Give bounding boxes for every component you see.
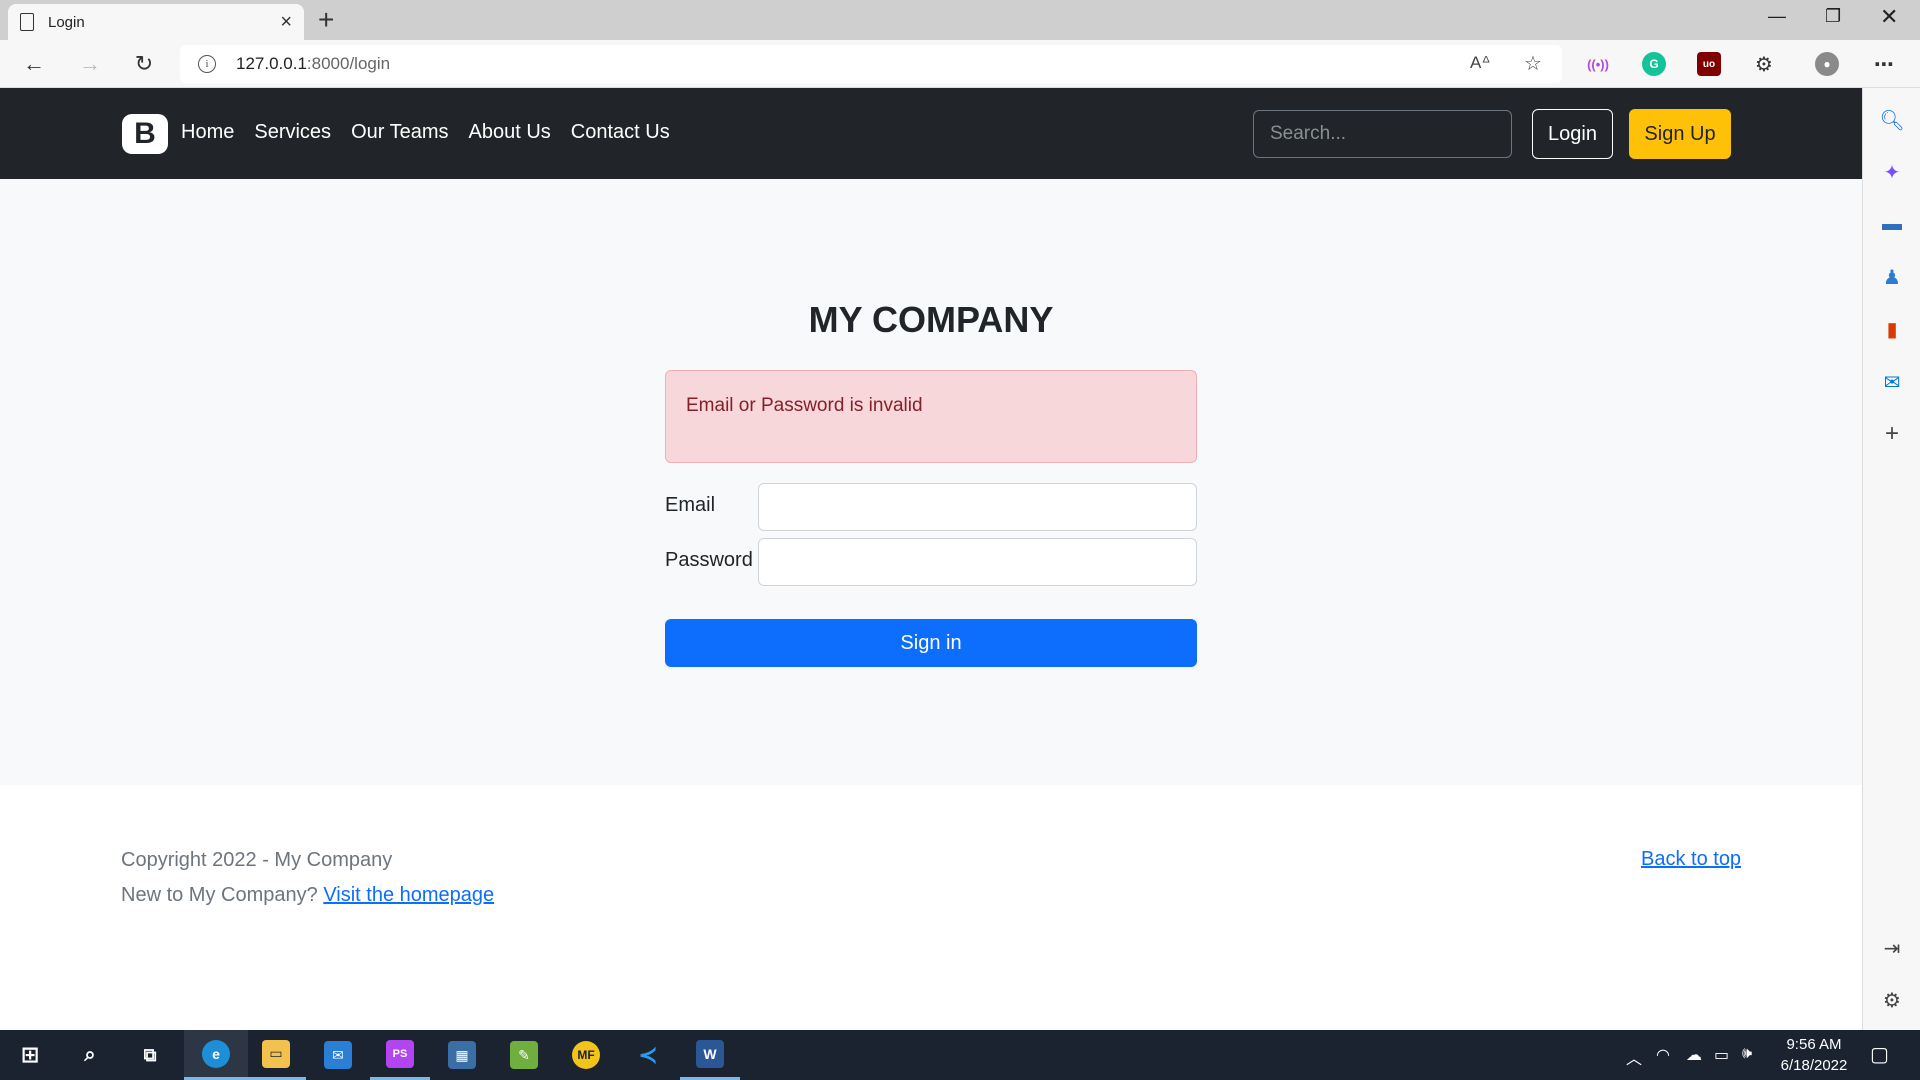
address-bar[interactable]: i 127.0.0.1:8000/login Aᐞ ☆ xyxy=(180,45,1562,83)
url-path: :8000/login xyxy=(306,54,391,73)
mf-app-icon: MF xyxy=(572,1041,600,1069)
taskbar-mf-icon[interactable]: MF xyxy=(556,1030,616,1080)
taskbar-store-icon[interactable]: ▦ xyxy=(432,1030,492,1080)
folder-icon: ▭ xyxy=(262,1039,290,1068)
tab-title: Login xyxy=(48,13,85,31)
word-icon: W xyxy=(696,1039,724,1068)
wifi-icon[interactable]: ◠ xyxy=(1656,1045,1670,1065)
site-footer: Copyright 2022 - My Company New to My Co… xyxy=(0,785,1862,1030)
site-navbar: B Home Services Our Teams About Us Conta… xyxy=(0,88,1862,179)
windows-start-icon[interactable]: ⊞ xyxy=(0,1030,60,1080)
taskbar-word-icon[interactable]: W xyxy=(680,1030,740,1080)
phpstorm-icon: PS xyxy=(386,1039,414,1068)
error-alert: Email or Password is invalid xyxy=(665,370,1197,463)
browser-tab-bar: Login × + — ❐ ✕ xyxy=(0,0,1920,40)
new-tab-icon[interactable]: + xyxy=(318,6,334,34)
vscode-icon: ≺ xyxy=(637,1041,659,1069)
broadcast-extension-icon[interactable]: ((•)) xyxy=(1586,52,1610,76)
task-view-glyph-icon: ⧉ xyxy=(143,1044,157,1065)
settings-gear-icon[interactable]: ⚙ xyxy=(1880,988,1904,1012)
close-tab-icon[interactable]: × xyxy=(280,12,292,32)
page-icon xyxy=(20,13,34,31)
taskbar-vscode-icon[interactable]: ≺ xyxy=(618,1030,678,1080)
sign-in-button[interactable]: Sign in xyxy=(665,619,1197,667)
grammarly-icon[interactable]: G xyxy=(1642,52,1666,76)
extensions-puzzle-icon[interactable]: ⚙ xyxy=(1752,52,1776,76)
magnifier-icon: ⌕ xyxy=(84,1043,96,1066)
taskbar-edge-icon[interactable]: e xyxy=(184,1030,248,1080)
office-icon[interactable]: ▮ xyxy=(1880,317,1904,341)
close-window-icon[interactable]: ✕ xyxy=(1880,4,1898,30)
nav-links: Home Services Our Teams About Us Contact… xyxy=(181,121,670,144)
notepad-icon: ✎ xyxy=(510,1041,538,1069)
windows-taskbar: ⊞ ⌕ ⧉ e ▭ ✉ PS ▦ ✎ MF ≺ W ︿ ◠ ☁ ▭ 🕪︎ 9:5… xyxy=(0,1030,1920,1080)
clock-date: 6/18/2022 xyxy=(1780,1057,1848,1074)
browser-toolbar: ← → ↻ i 127.0.0.1:8000/login Aᐞ ☆ ((•)) … xyxy=(0,40,1920,88)
url-host: 127.0.0.1 xyxy=(236,54,307,73)
more-options-icon[interactable]: ⋯ xyxy=(1872,52,1896,76)
battery-icon[interactable]: ▭ xyxy=(1714,1045,1729,1065)
sparkle-icon[interactable]: ✦ xyxy=(1880,160,1904,184)
back-icon[interactable]: ← xyxy=(18,48,50,80)
brand-logo[interactable]: B xyxy=(122,114,168,154)
nav-link-our-teams[interactable]: Our Teams xyxy=(351,121,448,144)
windows-logo-icon: ⊞ xyxy=(20,1042,40,1067)
taskbar-search-icon[interactable]: ⌕ xyxy=(60,1030,120,1080)
system-clock[interactable]: 9:56 AM 6/18/2022 xyxy=(1776,1034,1852,1076)
edge-icon: e xyxy=(202,1039,230,1068)
read-aloud-icon[interactable]: Aᐞ xyxy=(1470,53,1491,73)
taskbar-notepad-icon[interactable]: ✎ xyxy=(494,1030,554,1080)
password-field[interactable] xyxy=(758,538,1197,586)
new-user-prompt: New to My Company? xyxy=(121,884,318,906)
nav-link-about-us[interactable]: About Us xyxy=(469,121,551,144)
login-section: MY COMPANY Email or Password is invalid … xyxy=(0,179,1862,785)
mail-icon: ✉ xyxy=(324,1041,352,1069)
hide-sidebar-icon[interactable]: ⇥ xyxy=(1880,936,1904,960)
clock-time: 9:56 AM xyxy=(1786,1036,1842,1053)
games-icon[interactable]: ♟ xyxy=(1880,265,1904,289)
nav-link-home[interactable]: Home xyxy=(181,121,234,144)
outlook-icon[interactable]: ✉ xyxy=(1880,370,1904,394)
profile-avatar[interactable]: ● xyxy=(1815,52,1839,76)
nav-link-services[interactable]: Services xyxy=(254,121,331,144)
add-sidebar-icon[interactable]: + xyxy=(1880,420,1904,447)
task-view-icon[interactable]: ⧉ xyxy=(120,1030,180,1080)
search-icon[interactable]: 🔍︎ xyxy=(1879,108,1904,132)
info-icon[interactable]: i xyxy=(198,55,216,73)
favorite-star-icon[interactable]: ☆ xyxy=(1524,51,1542,76)
show-hidden-icons-icon[interactable]: ︿ xyxy=(1626,1045,1642,1069)
taskbar-mail-icon[interactable]: ✉ xyxy=(308,1030,368,1080)
homepage-link[interactable]: Visit the homepage xyxy=(323,884,494,906)
onedrive-cloud-icon[interactable]: ☁ xyxy=(1686,1045,1702,1065)
password-label: Password xyxy=(665,549,753,571)
login-button[interactable]: Login xyxy=(1532,109,1613,159)
forward-icon[interactable]: → xyxy=(74,48,106,80)
notifications-icon[interactable]: ▢ xyxy=(1870,1042,1889,1067)
taskbar-phpstorm-icon[interactable]: PS xyxy=(370,1030,430,1080)
restore-icon[interactable]: ❐ xyxy=(1825,6,1841,27)
search-input[interactable] xyxy=(1253,110,1512,158)
signup-button[interactable]: Sign Up xyxy=(1629,109,1731,159)
volume-icon[interactable]: 🕪︎ xyxy=(1742,1045,1752,1063)
web-page: B Home Services Our Teams About Us Conta… xyxy=(0,88,1862,1030)
browser-tab[interactable]: Login × xyxy=(8,4,304,40)
email-field[interactable] xyxy=(758,483,1197,531)
refresh-icon[interactable]: ↻ xyxy=(128,48,160,80)
back-to-top-link[interactable]: Back to top xyxy=(1641,848,1741,871)
taskbar-file-explorer-icon[interactable]: ▭ xyxy=(246,1030,306,1080)
nav-link-contact-us[interactable]: Contact Us xyxy=(571,121,670,144)
minimize-icon[interactable]: — xyxy=(1768,6,1786,27)
email-label: Email xyxy=(665,494,716,516)
page-title: MY COMPANY xyxy=(808,299,1054,340)
toolbox-icon[interactable]: ▬ xyxy=(1880,212,1904,236)
store-icon: ▦ xyxy=(448,1041,476,1069)
new-user-line: New to My Company? Visit the homepage xyxy=(121,884,494,907)
ublock-icon[interactable]: uo xyxy=(1697,52,1721,76)
browser-sidebar: 🔍︎ ✦ ▬ ♟ ▮ ✉ + ⇥ ⚙ xyxy=(1862,88,1920,1030)
copyright-text: Copyright 2022 - My Company xyxy=(121,849,393,871)
